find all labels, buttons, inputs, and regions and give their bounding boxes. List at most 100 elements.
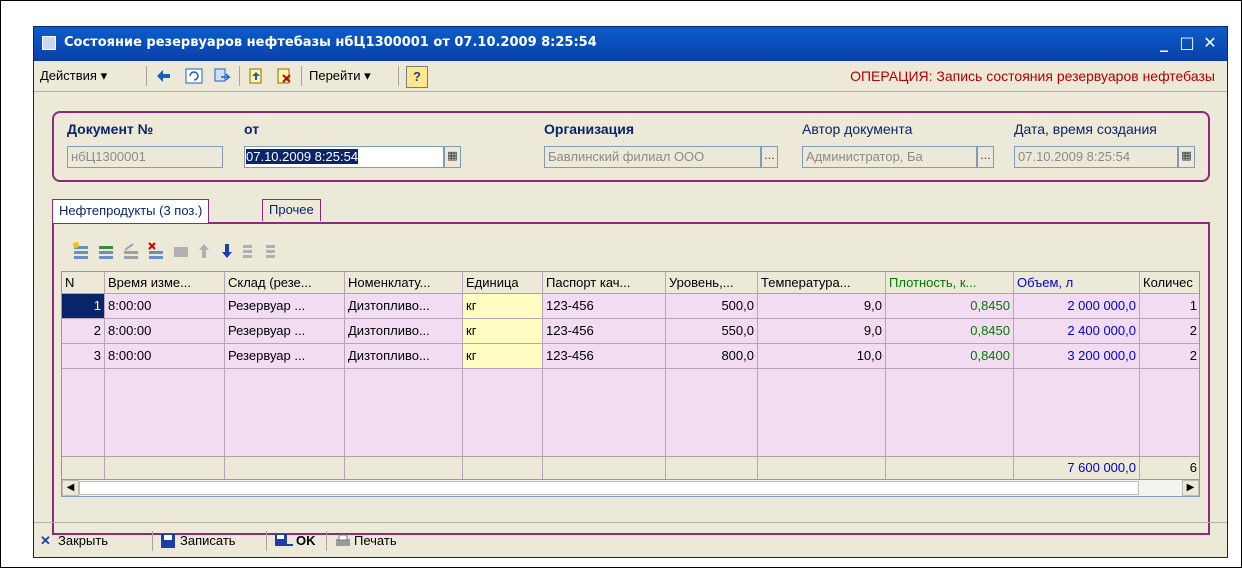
table-cell[interactable]: 123-456 [543, 319, 665, 344]
title-bar[interactable]: Состояние резервуаров нефтебазы нбЦ13000… [34, 27, 1227, 61]
totals-cell [105, 457, 225, 479]
tab-other[interactable]: Прочее [262, 199, 321, 221]
main-toolbar: Действия ▾ Перейти ▾ ? ОПЕРАЦИЯ: Запись … [34, 61, 1227, 92]
column-header[interactable]: Температура... [758, 272, 885, 294]
column-header[interactable]: Склад (резе... [225, 272, 344, 294]
table-cell[interactable]: 2 [1140, 344, 1199, 369]
sort-desc-icon[interactable] [263, 241, 283, 261]
table-cell[interactable]: 3 200 000,0 [1014, 344, 1139, 369]
table-cell[interactable]: кг [463, 294, 542, 319]
table-cell[interactable]: 3 [62, 344, 104, 369]
add-row-icon[interactable] [71, 241, 91, 261]
table-cell[interactable]: 0,8450 [886, 319, 1013, 344]
table-cell[interactable]: 9,0 [758, 294, 885, 319]
document-delete-icon[interactable] [275, 67, 293, 85]
tab-products[interactable]: Нефтепродукты (3 поз.) [52, 199, 210, 223]
table-cell[interactable]: 1 [1140, 294, 1199, 319]
table-cell[interactable]: 8:00:00 [105, 319, 224, 344]
scroll-left-icon[interactable]: ◀ [62, 480, 79, 496]
print-icon[interactable] [334, 531, 352, 551]
table-cell[interactable]: 2 [1140, 319, 1199, 344]
table-cell[interactable]: кг [463, 344, 542, 369]
column-header[interactable]: Количес [1140, 272, 1199, 294]
totals-cell [758, 457, 886, 479]
column-header[interactable]: Номенклату... [345, 272, 462, 294]
window-app-icon [42, 36, 56, 50]
created-calendar-icon[interactable]: ▦ [1178, 146, 1195, 168]
table-cell[interactable]: Резервуар ... [225, 294, 344, 319]
goto-menu-button[interactable]: Перейти ▾ [309, 66, 371, 86]
edit-row-icon[interactable] [121, 241, 141, 261]
table-cell[interactable]: 10,0 [758, 344, 885, 369]
close-button[interactable]: Закрыть [58, 531, 108, 551]
document-up-icon[interactable] [247, 67, 265, 85]
refresh-icon[interactable] [185, 67, 203, 85]
toolbar-separator [146, 66, 147, 86]
table-column: N123 [62, 272, 105, 479]
table-cell[interactable]: Резервуар ... [225, 319, 344, 344]
minimize-button[interactable]: _ [1154, 33, 1174, 53]
doc-number-field[interactable]: нбЦ1300001 [67, 146, 223, 168]
save-icon[interactable] [160, 531, 176, 551]
calendar-icon[interactable]: ▦ [444, 146, 461, 168]
table-cell[interactable]: 9,0 [758, 319, 885, 344]
table-cell[interactable]: Резервуар ... [225, 344, 344, 369]
actions-menu-button[interactable]: Действия ▾ [40, 66, 107, 86]
table-cell[interactable]: Дизтопливо... [345, 319, 462, 344]
column-header[interactable]: Объем, л [1014, 272, 1139, 294]
column-header[interactable]: Единица [463, 272, 542, 294]
column-header[interactable]: Паспорт кач... [543, 272, 665, 294]
close-icon[interactable]: ✕ [40, 531, 51, 551]
ok-button[interactable]: OK [296, 531, 316, 551]
table-cell[interactable]: 123-456 [543, 344, 665, 369]
table-cell[interactable]: 2 400 000,0 [1014, 319, 1139, 344]
table-cell[interactable]: Дизтопливо... [345, 344, 462, 369]
scroll-thumb[interactable] [79, 481, 1139, 495]
table-cell[interactable]: 550,0 [666, 319, 757, 344]
operation-label: ОПЕРАЦИЯ: Запись состояния резервуаров н… [850, 68, 1215, 84]
table-column: Плотность, к... 0,8450 0,8450 0,8400 [886, 272, 1014, 479]
horizontal-scrollbar[interactable]: ◀ ▶ [61, 480, 1200, 497]
table-cell[interactable]: 0,8400 [886, 344, 1013, 369]
swap-icon[interactable] [213, 67, 231, 85]
totals-cell: 7 600 000,0 [1014, 457, 1140, 479]
table-cell[interactable]: 800,0 [666, 344, 757, 369]
sort-asc-icon[interactable] [240, 241, 260, 261]
table-cell[interactable]: 500,0 [666, 294, 757, 319]
table-cell[interactable]: 2 [62, 319, 104, 344]
end-edit-icon[interactable] [171, 241, 191, 261]
delete-row-icon[interactable] [146, 241, 166, 261]
move-down-icon[interactable] [217, 241, 237, 261]
created-label: Дата, время создания [1014, 121, 1157, 137]
arrow-left-icon[interactable] [154, 67, 172, 85]
ok-icon[interactable] [274, 531, 294, 551]
table-cell[interactable]: 1 [62, 294, 104, 319]
table-cell[interactable]: 123-456 [543, 294, 665, 319]
date-field[interactable]: 07.10.2009 8:25:54 [244, 146, 444, 168]
scroll-right-icon[interactable]: ▶ [1182, 480, 1199, 496]
column-header[interactable]: Плотность, к... [886, 272, 1013, 294]
organization-select-button[interactable]: ... [761, 146, 778, 168]
maximize-button[interactable]: □ [1177, 33, 1197, 53]
table-cell[interactable]: 8:00:00 [105, 344, 224, 369]
help-button[interactable]: ? [406, 66, 428, 88]
toolbar-separator [326, 531, 327, 551]
table-cell[interactable]: 2 000 000,0 [1014, 294, 1139, 319]
table-cell[interactable]: 8:00:00 [105, 294, 224, 319]
table-cell[interactable]: кг [463, 319, 542, 344]
author-field[interactable]: Администратор, Ба [802, 146, 977, 168]
column-header[interactable]: Уровень,... [666, 272, 757, 294]
print-button[interactable]: Печать [354, 531, 397, 551]
author-select-button[interactable]: ... [977, 146, 994, 168]
move-up-icon[interactable] [194, 241, 214, 261]
created-field[interactable]: 07.10.2009 8:25:54 [1014, 146, 1178, 168]
copy-row-icon[interactable] [96, 241, 116, 261]
column-header[interactable]: Время изме... [105, 272, 224, 294]
save-button[interactable]: Записать [180, 531, 236, 551]
organization-field[interactable]: Бавлинский филиал ООО [544, 146, 761, 168]
column-header[interactable]: N [62, 272, 104, 294]
products-table[interactable]: N 1 2 3 Время изме... 8:00:00 8:00:00 8:00:00 Ск… [61, 271, 1200, 480]
close-window-button[interactable]: ✕ [1200, 33, 1220, 53]
table-cell[interactable]: Дизтопливо... [345, 294, 462, 319]
table-cell[interactable]: 0,8450 [886, 294, 1013, 319]
